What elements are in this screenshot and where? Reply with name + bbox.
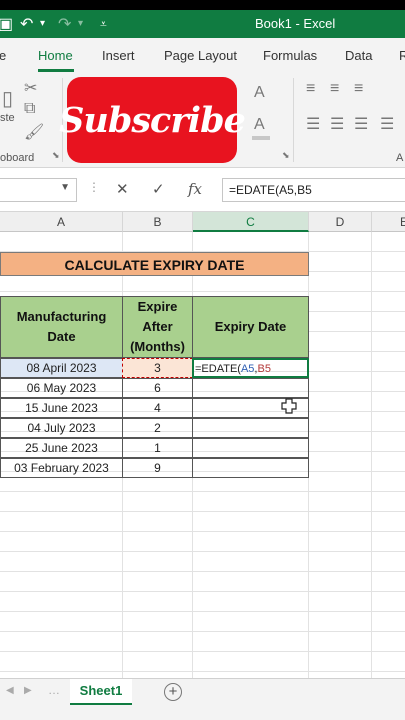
header-line: Manufacturing xyxy=(16,309,107,324)
column-header-e[interactable]: E xyxy=(372,212,405,232)
paste-icon[interactable]: ▯ xyxy=(2,86,13,111)
header-expiry-date[interactable]: Expiry Date xyxy=(192,296,309,358)
more-sheets-icon[interactable]: … xyxy=(48,683,60,697)
formula-ref-a5: A5 xyxy=(240,363,255,375)
header-line: Expire xyxy=(137,299,178,314)
paste-label: ste xyxy=(0,112,15,124)
subscribe-badge: Subscribe xyxy=(59,77,246,163)
clipboard-group-label: oboard xyxy=(0,152,35,164)
cell-b5[interactable]: 3 xyxy=(122,358,193,378)
table-row-expiry[interactable] xyxy=(192,378,309,398)
cell-a5[interactable]: 08 April 2023 xyxy=(0,358,123,378)
table-row-expiry[interactable] xyxy=(192,438,309,458)
save-icon[interactable]: ▣ xyxy=(0,14,13,34)
table-row-date[interactable]: 04 July 2023 xyxy=(0,418,123,438)
cancel-icon[interactable]: ✕ xyxy=(116,180,129,198)
gridline xyxy=(371,232,372,678)
ribbon-separator xyxy=(293,78,294,162)
font-color-bar xyxy=(252,136,270,140)
table-row-months[interactable]: 1 xyxy=(122,438,193,458)
title-bar: ▣ ↶ ▾ ↷ ▾ ⩡ Book1 - Excel xyxy=(0,10,405,38)
scroll-right-icon[interactable]: ▶ xyxy=(24,685,32,696)
formula-ref-b5: B5 xyxy=(257,363,271,375)
cut-icon[interactable]: ✂ xyxy=(24,78,37,98)
align-middle-icon[interactable]: ≡ xyxy=(330,80,339,98)
table-row-expiry[interactable] xyxy=(192,418,309,438)
top-edge xyxy=(0,0,405,10)
column-header-b[interactable]: B xyxy=(123,212,193,232)
header-text: Expire After (Months) xyxy=(130,297,185,357)
formula-input[interactable]: =EDATE(A5,B5 xyxy=(222,178,405,202)
name-box[interactable]: ▼ xyxy=(0,178,77,202)
name-box-dropdown-icon[interactable]: ▼ xyxy=(60,182,70,193)
sheet-tab-bar: ◀ ▶ … Sheet1 + xyxy=(0,678,405,708)
header-manufacturing-date[interactable]: Manufacturing Date xyxy=(0,296,123,358)
scroll-left-icon[interactable]: ◀ xyxy=(6,685,14,696)
copy-icon[interactable]: ⧉ xyxy=(24,100,35,118)
table-row-months[interactable]: 9 xyxy=(122,458,193,478)
insert-function-icon[interactable]: fx xyxy=(188,180,202,198)
align-left-icon[interactable]: ☰ xyxy=(306,114,320,134)
header-line: After xyxy=(142,319,173,334)
header-line: (Months) xyxy=(130,339,185,354)
font-size-down-icon[interactable]: A xyxy=(254,84,265,102)
align-right-icon[interactable]: ☰ xyxy=(354,114,368,134)
header-line: Date xyxy=(47,329,76,344)
align-bottom-icon[interactable]: ≡ xyxy=(354,80,363,98)
tab-formulas[interactable]: Formulas xyxy=(263,48,317,63)
redo-dropdown-icon[interactable]: ▾ xyxy=(78,18,83,29)
format-painter-icon[interactable]: 🖌 xyxy=(24,122,44,142)
tab-insert[interactable]: Insert xyxy=(102,48,135,63)
add-sheet-icon[interactable]: + xyxy=(164,683,182,701)
cell-select-cursor-icon xyxy=(281,398,297,414)
sheet-title[interactable]: CALCULATE EXPIRY DATE xyxy=(0,252,309,276)
clipboard-launcher-icon[interactable]: ⬊ xyxy=(52,150,60,161)
redo-icon[interactable]: ↷ xyxy=(58,14,71,34)
customize-qat-icon[interactable]: ⩡ xyxy=(100,17,107,32)
tab-home[interactable]: Home xyxy=(38,48,73,63)
table-row-months[interactable]: 2 xyxy=(122,418,193,438)
font-color-icon[interactable]: A xyxy=(254,116,265,134)
sheet-tab-sheet1[interactable]: Sheet1 xyxy=(70,679,132,705)
table-row-date[interactable]: 03 February 2023 xyxy=(0,458,123,478)
tab-page-layout[interactable]: Page Layout xyxy=(164,48,237,63)
undo-icon[interactable]: ↶ xyxy=(20,14,33,34)
table-row-date[interactable]: 15 June 2023 xyxy=(0,398,123,418)
align-top-icon[interactable]: ≡ xyxy=(306,80,315,98)
header-text: Manufacturing Date xyxy=(17,307,107,347)
tab-file[interactable]: e xyxy=(0,48,6,63)
table-row-date[interactable]: 25 June 2023 xyxy=(0,438,123,458)
formula-buttons: ✕ ✓ fx xyxy=(104,178,218,202)
table-row-date[interactable]: 06 May 2023 xyxy=(0,378,123,398)
font-launcher-icon[interactable]: ⬊ xyxy=(282,150,290,161)
alignment-group-label: A xyxy=(396,152,404,164)
window-title: Book1 - Excel xyxy=(255,16,336,31)
column-header-a[interactable]: A xyxy=(0,212,123,232)
table-row-months[interactable]: 4 xyxy=(122,398,193,418)
column-header-c[interactable]: C xyxy=(193,212,309,232)
status-bar xyxy=(0,708,405,720)
tab-review[interactable]: R xyxy=(399,48,405,63)
header-expire-after[interactable]: Expire After (Months) xyxy=(122,296,193,358)
decrease-indent-icon[interactable]: ☰ xyxy=(380,114,394,134)
ribbon-tabs: e Home Insert Page Layout Formulas Data … xyxy=(0,38,405,72)
cell-c5-editing[interactable]: =EDATE(A5,B5 xyxy=(192,358,309,378)
table-row-months[interactable]: 6 xyxy=(122,378,193,398)
formula-bar: ▼ ⋮ ✕ ✓ fx =EDATE(A5,B5 xyxy=(0,168,405,212)
formula-bar-grip-icon: ⋮ xyxy=(88,180,100,194)
undo-dropdown-icon[interactable]: ▾ xyxy=(40,18,45,29)
column-header-d[interactable]: D xyxy=(309,212,372,232)
table-row-expiry[interactable] xyxy=(192,458,309,478)
align-center-icon[interactable]: ☰ xyxy=(330,114,344,134)
enter-icon[interactable]: ✓ xyxy=(152,180,165,198)
formula-prefix: =EDATE( xyxy=(195,363,241,375)
tab-data[interactable]: Data xyxy=(345,48,372,63)
